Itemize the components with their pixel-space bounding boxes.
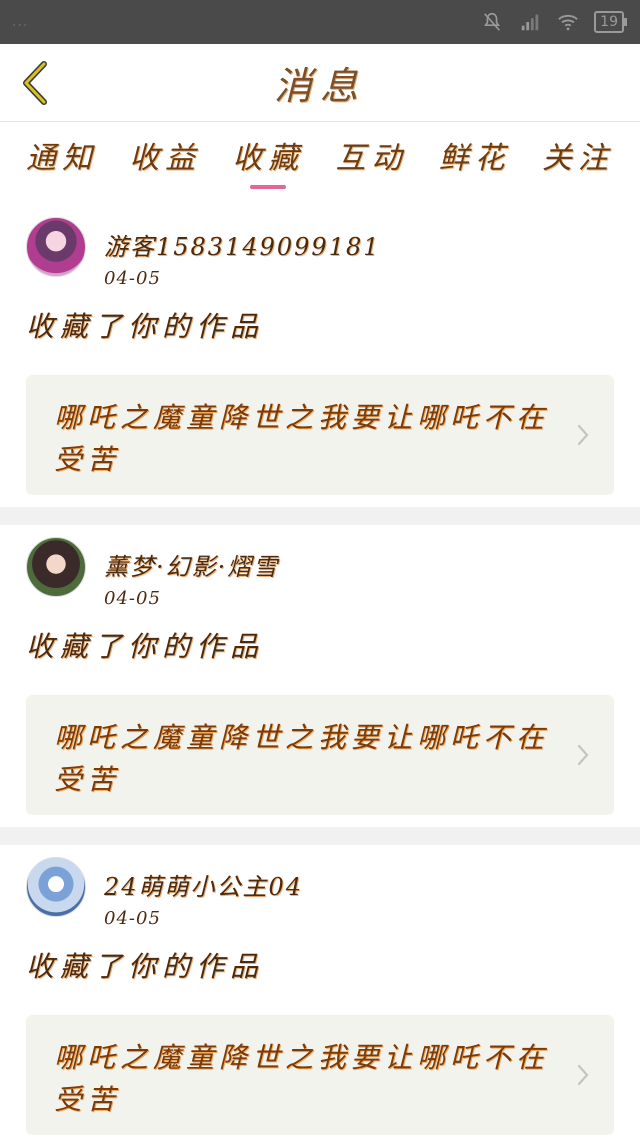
work-link[interactable]: 哪吒之魔童降世之我要让哪吒不在受苦 <box>26 375 614 495</box>
avatar[interactable] <box>26 217 86 277</box>
action-text: 收藏了你的作品 <box>26 950 265 983</box>
status-icons: 19 <box>480 11 627 33</box>
username[interactable]: 薰梦·幻影·熠雪 <box>104 547 279 582</box>
chevron-right-icon <box>577 744 589 766</box>
list-item: 游客15831490991​81 04-05 收藏了你的作品 哪吒之魔童降世之我… <box>0 205 640 507</box>
timestamp: 04-05 <box>104 268 161 289</box>
user-row: 24萌萌小公主04 04-05 <box>26 845 614 937</box>
mute-bell-icon <box>484 12 501 31</box>
divider <box>0 507 640 525</box>
user-row: 游客15831490991​81 04-05 <box>26 205 614 297</box>
work-link[interactable]: 哪吒之魔童降世之我要让哪吒不在受苦 <box>26 1015 614 1135</box>
header-bar: 消息 <box>0 44 640 122</box>
status-left-text: ... <box>12 14 29 30</box>
avatar[interactable] <box>26 537 86 597</box>
chevron-right-icon <box>577 1064 589 1086</box>
tab-following[interactable]: 关注 <box>542 123 614 205</box>
status-bar: ... 19 <box>0 0 640 44</box>
list-item: 24萌萌小公主04 04-05 收藏了你的作品 哪吒之魔童降世之我要让哪吒不在受… <box>0 845 640 1147</box>
user-row: 薰梦·幻影·熠雪 04-05 <box>26 525 614 617</box>
battery-indicator: 19 <box>594 11 627 33</box>
wifi-icon <box>558 14 578 31</box>
tab-flowers[interactable]: 鲜花 <box>439 123 511 205</box>
page-title: 消息 <box>273 64 366 108</box>
work-title: 哪吒之魔童降世之我要让哪吒不在受苦 <box>54 721 550 796</box>
chevron-left-icon <box>23 61 47 105</box>
action-text: 收藏了你的作品 <box>26 310 265 343</box>
timestamp: 04-05 <box>104 588 161 609</box>
user-meta: 24萌萌小公主04 04-05 <box>104 857 303 929</box>
list-item: 薰梦·幻影·熠雪 04-05 收藏了你的作品 哪吒之魔童降世之我要让哪吒不在受苦 <box>0 525 640 827</box>
action-text: 收藏了你的作品 <box>26 630 265 663</box>
user-meta: 薰梦·幻影·熠雪 04-05 <box>104 537 279 609</box>
message-feed: 游客15831490991​81 04-05 收藏了你的作品 哪吒之魔童降世之我… <box>0 205 640 1147</box>
avatar[interactable] <box>26 857 86 917</box>
username[interactable]: 游客15831490991​81 <box>104 227 381 262</box>
work-title: 哪吒之魔童降世之我要让哪吒不在受苦 <box>54 401 550 476</box>
signal-icon <box>521 14 539 31</box>
username[interactable]: 24萌萌小公主04 <box>104 867 303 902</box>
tab-bar: 通知 收益 收藏 互动 鲜花 关注 <box>0 123 640 205</box>
chevron-right-icon <box>577 424 589 446</box>
work-title: 哪吒之魔童降世之我要让哪吒不在受苦 <box>54 1041 550 1116</box>
work-link[interactable]: 哪吒之魔童降世之我要让哪吒不在受苦 <box>26 695 614 815</box>
tab-favorites[interactable]: 收藏 <box>232 123 304 205</box>
tab-interactions[interactable]: 互动 <box>336 123 408 205</box>
tab-notifications[interactable]: 通知 <box>26 123 98 205</box>
tab-earnings[interactable]: 收益 <box>129 123 201 205</box>
divider <box>0 827 640 845</box>
back-button[interactable] <box>10 56 60 110</box>
timestamp: 04-05 <box>104 908 161 929</box>
user-meta: 游客15831490991​81 04-05 <box>104 217 381 289</box>
